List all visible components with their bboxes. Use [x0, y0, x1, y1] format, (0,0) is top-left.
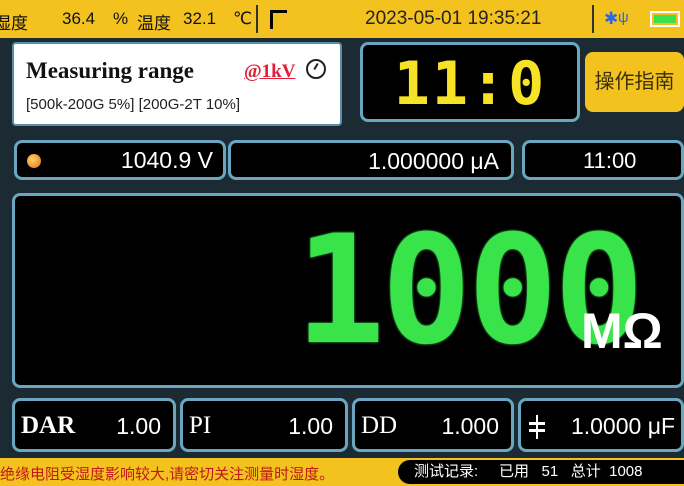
elapsed-time-box: 11:00: [522, 140, 684, 180]
dd-box: DD 1.000: [352, 398, 514, 452]
status-led-icon: [27, 154, 41, 168]
dd-label: DD: [361, 412, 398, 439]
main-resistance-display: 1000 MΩ: [12, 193, 684, 388]
used-label: 已用: [499, 463, 530, 480]
operation-guide-button[interactable]: 操作指南: [585, 52, 684, 112]
battery-icon: [650, 11, 680, 27]
records-label: 测试记录:: [414, 463, 479, 480]
humidity-unit: %: [113, 9, 129, 28]
humidity-value: 36.4: [62, 9, 96, 28]
pi-value: 1.00: [288, 413, 333, 439]
voltage-reading: 1040.9 V: [120, 147, 213, 173]
measuring-range-title: Measuring range: [26, 58, 195, 83]
capacitor-icon: [529, 415, 545, 439]
voltage-reading-box: 1040.9 V: [14, 140, 226, 180]
resistance-unit: MΩ: [581, 303, 663, 359]
dar-label: DAR: [21, 412, 76, 439]
temperature-unit: ℃: [233, 9, 253, 28]
elapsed-time: 11:00: [583, 148, 637, 173]
used-count: 51: [541, 463, 559, 480]
temperature-value: 32.1: [183, 9, 217, 28]
pulse-signal-icon: [270, 10, 287, 29]
capacitance-box: 1.0000 μF: [518, 398, 684, 452]
measuring-range-card[interactable]: Measuring range @1kV [500k-200G 5%] [200…: [12, 42, 342, 126]
dar-value: 1.00: [116, 413, 161, 439]
current-reading: 1.000000 μA: [368, 148, 499, 174]
test-records-button[interactable]: 测试记录: 已用 51 总计 1008: [398, 460, 684, 484]
bluetooth-icon: ✱: [604, 9, 619, 28]
usb-icon: ψ: [618, 9, 629, 26]
status-divider: [592, 5, 594, 33]
humidity-label: 湿度: [0, 14, 28, 33]
current-reading-box: 1.000000 μA: [228, 140, 514, 180]
total-label: 总计: [570, 463, 601, 480]
timer-icon: [306, 59, 326, 79]
pi-label: PI: [189, 412, 212, 439]
test-voltage-link[interactable]: @1kV: [244, 61, 295, 83]
humidity-warning-message: 绝缘电阻受湿度影响较大,请密切关注测量时湿度。: [0, 466, 335, 483]
measuring-range-accuracy: [500k-200G 5%] [200G-2T 10%]: [26, 96, 241, 113]
timer-digits: 11:0: [393, 49, 547, 119]
datetime-display: 2023-05-01 19:35:21: [365, 8, 542, 29]
status-divider: [256, 5, 258, 33]
capacitance-value: 1.0000 μF: [570, 413, 675, 439]
pi-box: PI 1.00: [180, 398, 348, 452]
footer-bar: 绝缘电阻受湿度影响较大,请密切关注测量时湿度。 测试记录: 已用 51 总计 1…: [0, 458, 684, 486]
status-bar: 湿度 36.4 % 温度 32.1 ℃ 2023-05-01 19:35:21 …: [0, 0, 684, 38]
total-count: 1008: [609, 463, 643, 480]
timer-display: 11:0: [360, 42, 580, 122]
dar-box: DAR 1.00: [12, 398, 176, 452]
temperature-label: 温度: [137, 14, 171, 33]
dd-value: 1.000: [441, 413, 499, 439]
